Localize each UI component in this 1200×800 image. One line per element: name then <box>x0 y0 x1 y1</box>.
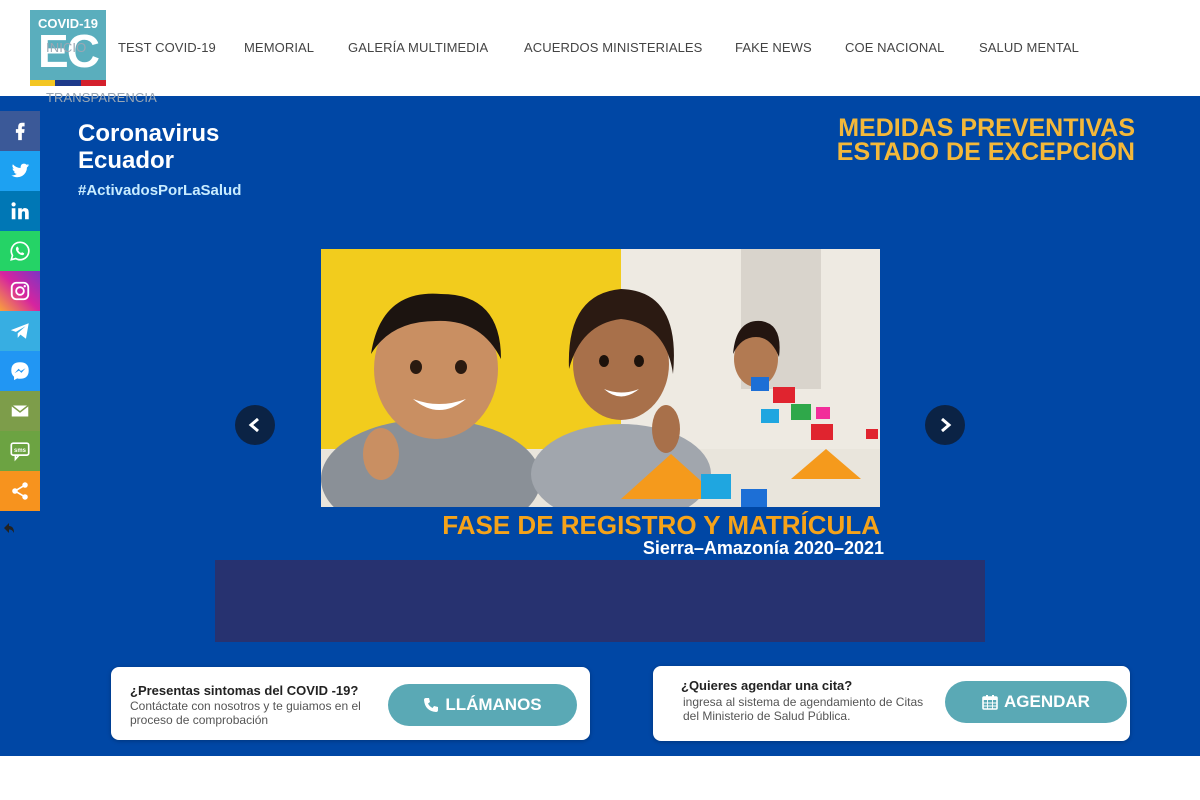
nav-item-transparencia[interactable]: TRANSPARENCIA <box>46 90 157 105</box>
slide-title: FASE DE REGISTRO Y MATRÍCULA <box>442 510 880 540</box>
sms-share-button[interactable]: sms <box>0 431 40 471</box>
facebook-icon <box>15 122 25 141</box>
email-share-button[interactable] <box>0 391 40 431</box>
site-header: COVID-19 EC INICIO TEST COVID-19 MEMORIA… <box>0 0 1200 105</box>
nav-item-inicio[interactable]: INICIO <box>46 40 86 55</box>
call-card-description: Contáctate con nosotros y te guiamos en … <box>130 699 361 727</box>
brand-hashtag: #ActivadosPorLaSalud <box>78 182 242 199</box>
schedule-button-label: AGENDAR <box>1004 692 1090 711</box>
nav-item-salud-mental[interactable]: SALUD MENTAL <box>979 40 1079 55</box>
appointment-card: ¿Quieres agendar una cita? ingresa al si… <box>653 666 1130 741</box>
share-icon <box>12 482 28 500</box>
twitter-icon <box>11 163 30 178</box>
hide-share-bar-icon[interactable] <box>3 522 15 534</box>
hero-section: Coronavirus Ecuador #ActivadosPorLaSalud… <box>0 96 1200 756</box>
more-share-button[interactable] <box>0 471 40 511</box>
whatsapp-share-button[interactable] <box>0 231 40 271</box>
telegram-share-button[interactable] <box>0 311 40 351</box>
nav-item-fake-news[interactable]: FAKE NEWS <box>735 40 812 55</box>
carousel-prev-button[interactable] <box>235 405 275 445</box>
nav-item-memorial[interactable]: MEMORIAL <box>244 40 314 55</box>
children-photo <box>321 249 880 507</box>
twitter-share-button[interactable] <box>0 151 40 191</box>
call-card-question: ¿Presentas sintomas del COVID -19? <box>130 683 359 698</box>
email-icon <box>11 404 29 417</box>
call-card: ¿Presentas sintomas del COVID -19? Contá… <box>111 667 590 740</box>
brand-title: Coronavirus Ecuador <box>78 120 220 174</box>
call-button[interactable]: LLÁMANOS <box>388 684 577 726</box>
appointment-card-question: ¿Quieres agendar una cita? <box>681 678 853 693</box>
appointment-card-description: ingresa al sistema de agendamiento de Ci… <box>683 695 924 723</box>
call-button-label: LLÁMANOS <box>445 695 542 714</box>
svg-text:sms: sms <box>14 448 27 454</box>
facebook-share-button[interactable] <box>0 111 40 151</box>
phone-icon <box>424 698 439 712</box>
sms-icon: sms <box>10 442 30 462</box>
chevron-left-icon <box>248 418 259 432</box>
nav-item-acuerdos[interactable]: ACUERDOS MINISTERIALES <box>524 40 702 55</box>
nav-item-test-covid[interactable]: TEST COVID-19 <box>118 40 216 55</box>
instagram-icon <box>10 281 30 301</box>
whatsapp-icon <box>10 241 30 261</box>
schedule-button[interactable]: AGENDAR <box>945 681 1127 723</box>
carousel-next-button[interactable] <box>925 405 965 445</box>
logo-flag-stripes <box>30 80 106 86</box>
messenger-share-button[interactable] <box>0 351 40 391</box>
slide-caption-box <box>215 560 985 642</box>
social-share-bar: sms <box>0 111 40 511</box>
messenger-icon <box>11 362 29 381</box>
slide-subtitle: Sierra–Amazonía 2020–2021 <box>642 538 884 558</box>
chevron-right-icon <box>941 418 952 432</box>
instagram-share-button[interactable] <box>0 271 40 311</box>
calendar-icon <box>982 695 998 710</box>
linkedin-icon <box>11 202 29 220</box>
telegram-icon <box>10 323 29 339</box>
nav-item-coe-nacional[interactable]: COE NACIONAL <box>845 40 944 55</box>
brand-block: Coronavirus Ecuador #ActivadosPorLaSalud <box>78 120 241 199</box>
medidas-heading[interactable]: MEDIDAS PREVENTIVAS ESTADO DE EXCEPCIÓN <box>775 116 1135 165</box>
carousel-slide-image[interactable] <box>321 249 880 507</box>
linkedin-share-button[interactable] <box>0 191 40 231</box>
nav-item-galeria[interactable]: GALERÍA MULTIMEDIA <box>348 40 488 55</box>
